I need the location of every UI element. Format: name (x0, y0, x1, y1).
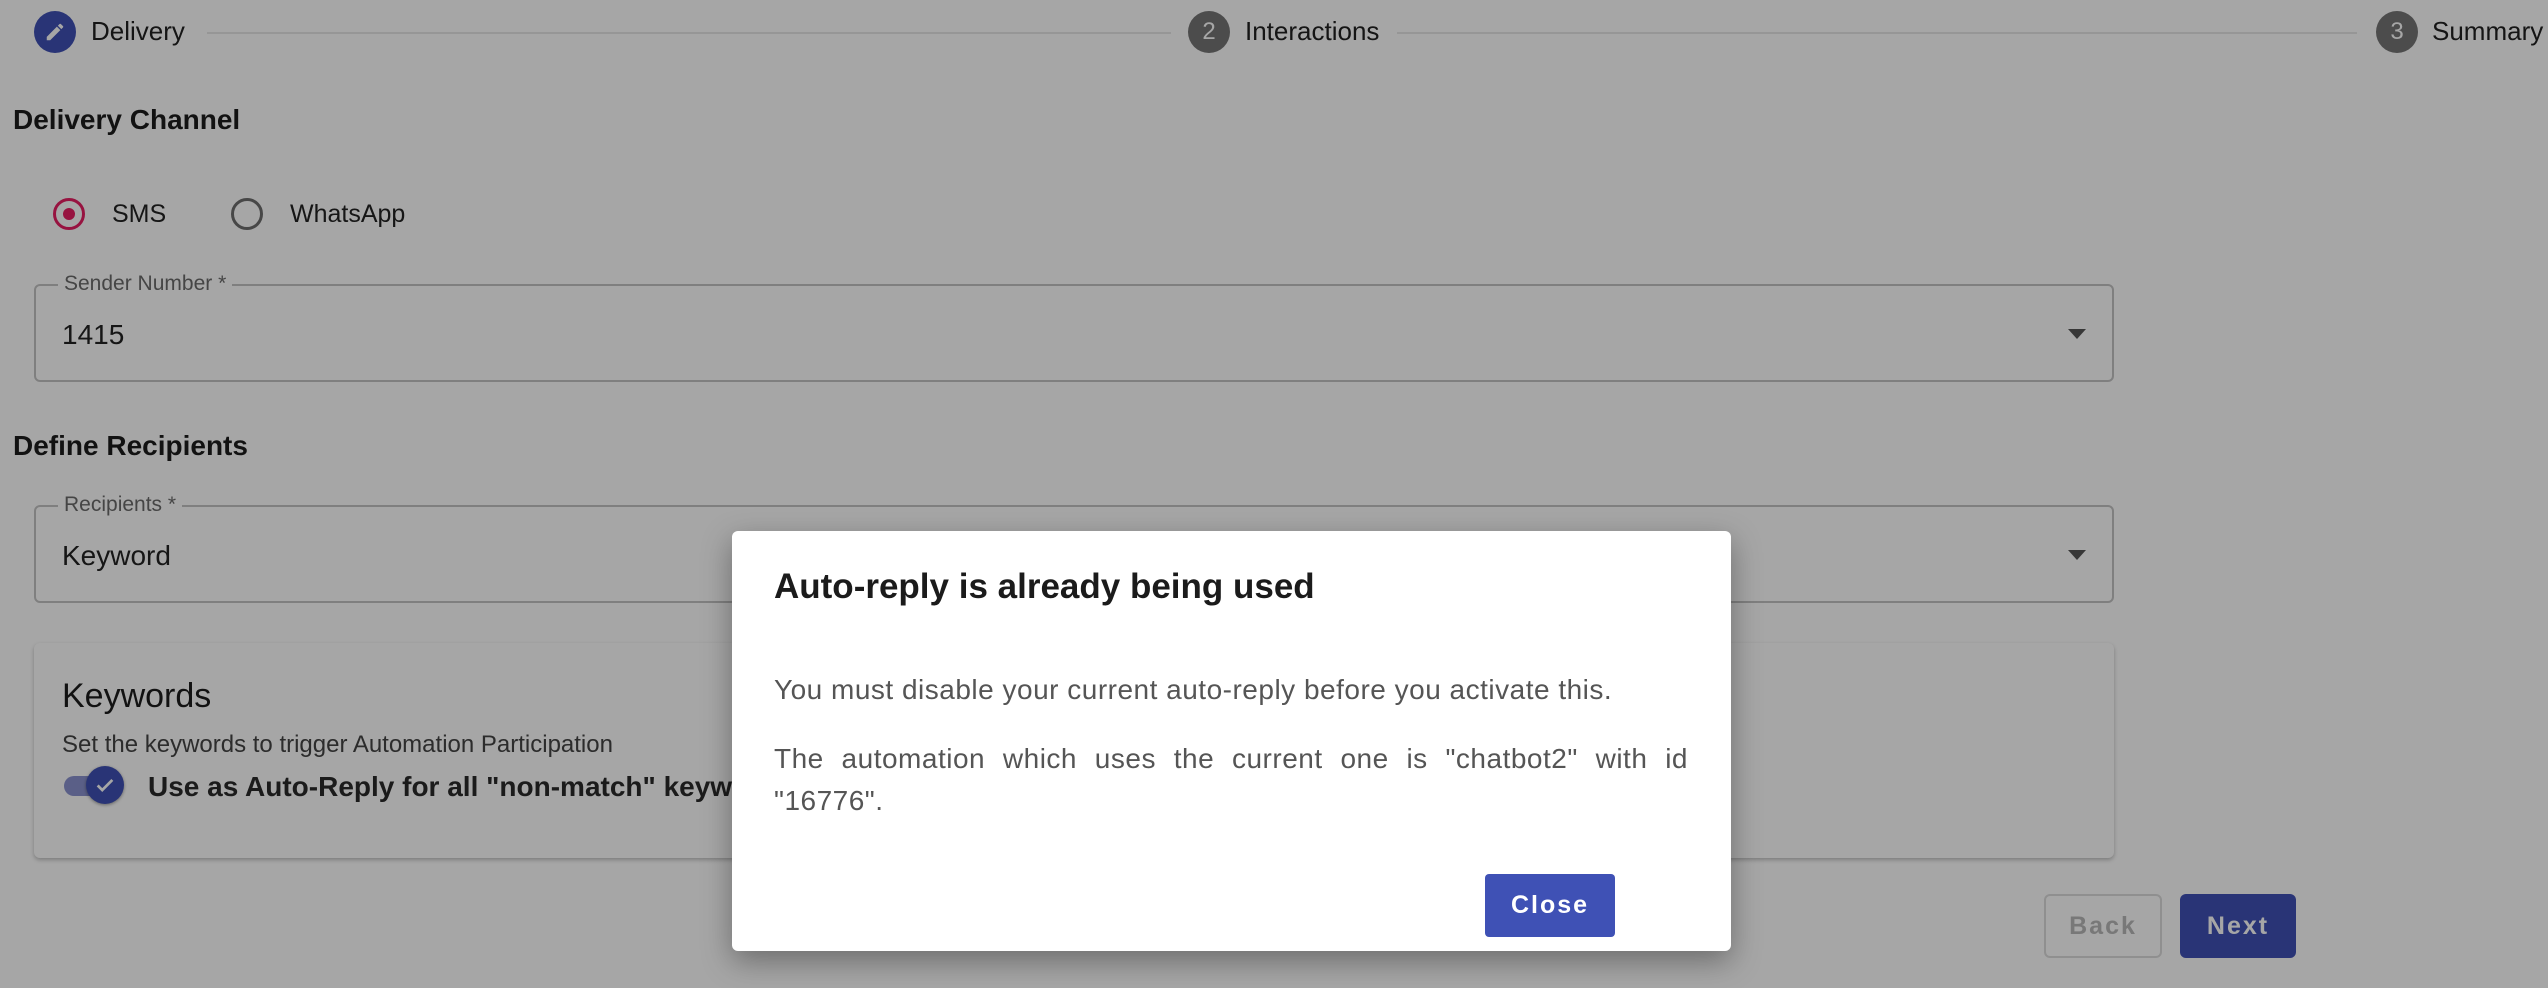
dialog-title: Auto-reply is already being used (774, 567, 1315, 606)
auto-reply-dialog: Auto-reply is already being used You mus… (732, 531, 1731, 951)
dialog-message-1: You must disable your current auto-reply… (774, 674, 1613, 705)
dialog-message-2: The automation which uses the current on… (774, 743, 1688, 816)
close-button[interactable]: Close (1485, 874, 1615, 937)
